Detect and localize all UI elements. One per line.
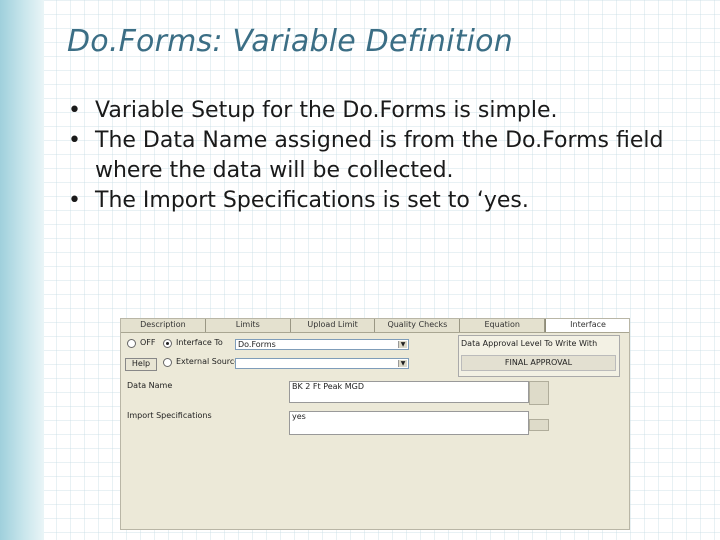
tab-interface[interactable]: Interface xyxy=(545,319,629,332)
tab-upload-limit[interactable]: Upload Limit xyxy=(291,319,376,332)
bullet-dot: • xyxy=(68,128,81,153)
bullet-text: The Import Specifications is set to ‘yes… xyxy=(95,188,529,213)
interface-to-label: Interface To xyxy=(176,338,223,347)
slide-title: Do.Forms: Variable Definition xyxy=(67,24,513,59)
bullet-item: • The Import Specifications is set to ‘y… xyxy=(68,186,708,216)
external-source-select[interactable]: ▼ xyxy=(235,358,409,369)
tab-description[interactable]: Description xyxy=(121,319,206,332)
slide-left-accent-bar xyxy=(0,0,44,540)
bullet-list: • Variable Setup for the Do.Forms is sim… xyxy=(68,96,708,216)
tab-equation[interactable]: Equation xyxy=(460,319,546,332)
import-spec-label: Import Specifications xyxy=(127,411,212,420)
tab-limits[interactable]: Limits xyxy=(206,319,291,332)
bullet-item: • The Data Name assigned is from the Do.… xyxy=(68,126,708,186)
bullet-item: • Variable Setup for the Do.Forms is sim… xyxy=(68,96,708,126)
interface-to-radio[interactable] xyxy=(163,339,172,348)
data-name-label: Data Name xyxy=(127,381,173,390)
external-source-radio[interactable] xyxy=(163,358,172,367)
bullet-dot: • xyxy=(68,188,81,213)
off-radio[interactable] xyxy=(127,339,136,348)
approval-level-select[interactable]: FINAL APPROVAL xyxy=(461,355,616,371)
help-button[interactable]: Help xyxy=(125,358,157,371)
data-name-input[interactable]: BK 2 Ft Peak MGD xyxy=(289,381,529,403)
import-spec-scrollbar[interactable] xyxy=(529,419,549,431)
interface-to-value: Do.Forms xyxy=(238,340,276,349)
bullet-text: The Data Name assigned is from the Do.Fo… xyxy=(95,128,664,183)
data-name-value: BK 2 Ft Peak MGD xyxy=(292,382,364,391)
variable-setup-screenshot: Description Limits Upload Limit Quality … xyxy=(120,318,630,530)
bullet-text: Variable Setup for the Do.Forms is simpl… xyxy=(95,98,558,123)
tab-quality-checks[interactable]: Quality Checks xyxy=(375,319,461,332)
import-spec-value: yes xyxy=(292,412,306,421)
bullet-dot: • xyxy=(68,98,81,123)
chevron-down-icon[interactable]: ▼ xyxy=(398,360,407,367)
off-radio-label: OFF xyxy=(140,338,156,347)
chevron-down-icon[interactable]: ▼ xyxy=(398,341,407,348)
tab-strip: Description Limits Upload Limit Quality … xyxy=(121,319,629,333)
interface-to-select[interactable]: Do.Forms ▼ xyxy=(235,339,409,350)
import-spec-input[interactable]: yes xyxy=(289,411,529,435)
data-name-scrollbar[interactable] xyxy=(529,381,549,405)
approval-level-label: Data Approval Level To Write With xyxy=(461,339,598,348)
external-source-label: External Source xyxy=(176,357,240,366)
